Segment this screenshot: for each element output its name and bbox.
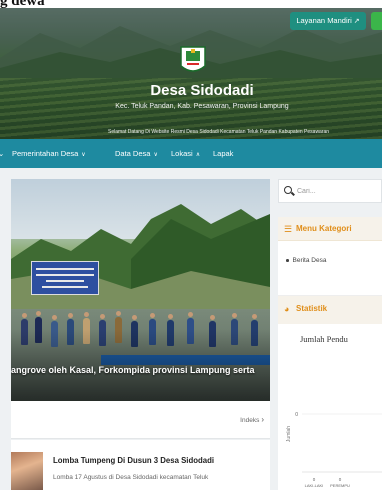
nav-item-lapak[interactable]: Lapak bbox=[213, 139, 233, 168]
nav-item-label: Lapak bbox=[213, 149, 234, 158]
welcome-text: Selamat Datang Di Website Resmi Desa Sid… bbox=[108, 129, 330, 135]
chevron-right-icon: › bbox=[261, 415, 264, 424]
chart-ylabel: Jumlah bbox=[286, 426, 292, 442]
top-fragment: g dewa bbox=[0, 0, 382, 9]
bullet bbox=[286, 259, 289, 262]
nav-item-lokasi[interactable]: Lokasi ∧ bbox=[171, 139, 200, 168]
chart-category-label: LAKI-LAKI bbox=[305, 483, 324, 488]
bars-icon: ☰ bbox=[284, 224, 293, 234]
nav-item-label: Lokasi bbox=[171, 149, 193, 158]
news-title[interactable]: Lomba Tumpeng Di Dusun 3 Desa Sidodadi bbox=[53, 456, 214, 465]
site-title: Desa Sidodadi bbox=[150, 82, 254, 99]
village-logo bbox=[180, 46, 206, 72]
nav-item-data-desa[interactable]: Data Desa ∨ bbox=[115, 139, 158, 168]
search-input[interactable] bbox=[297, 183, 379, 199]
menu-item-label: Berita Desa bbox=[292, 257, 327, 264]
layanan-mandiri-button[interactable]: Layanan Mandiri ↗ bbox=[290, 12, 366, 30]
menu-kategori-header: ☰ Menu Kategori bbox=[278, 217, 382, 241]
statistik-card: ◕ Statistik Jumlah Pendu Jumlah 0 0 LAKI-LAK… bbox=[278, 295, 382, 490]
page: g dewa Layanan Mandiri ↗ Desa Sidodadi Ke… bbox=[0, 0, 382, 490]
statistik-title: Statistik bbox=[296, 304, 328, 313]
slider-caption[interactable]: angrove oleh Kasal, Forkompida provinsi … bbox=[11, 361, 270, 379]
chevron-down-icon: ∨ bbox=[81, 152, 86, 158]
chart-data-label: 0 bbox=[339, 477, 342, 482]
slider-hills bbox=[11, 204, 270, 319]
pie-chart-icon: ◕ bbox=[284, 304, 290, 314]
indeks-link[interactable]: Indeks › bbox=[240, 415, 264, 424]
chart-title: Jumlah Pendu bbox=[300, 334, 349, 344]
nav-item-pemerintahan-desa[interactable]: Pemerintahan Desa ∨ bbox=[12, 139, 86, 168]
news-thumbnail[interactable] bbox=[11, 452, 43, 490]
population-chart: Jumlah PenduJumlah00LAKI-LAKI0PEREMPU bbox=[286, 334, 382, 488]
indeks-bar: Indeks › bbox=[11, 401, 270, 439]
chevron-down-icon: ⌄ bbox=[0, 149, 5, 158]
nav-item-label: Pemerintahan Desa bbox=[12, 149, 79, 158]
menu-kategori-title: Menu Kategori bbox=[296, 224, 352, 233]
chart-data-label: 0 bbox=[313, 477, 316, 482]
statistik-header: ◕ Statistik bbox=[278, 296, 382, 324]
external-link-icon: ↗ bbox=[353, 18, 360, 25]
green-header-button[interactable] bbox=[371, 12, 382, 30]
news-item[interactable]: Lomba Tumpeng Di Dusun 3 Desa Sidodadi L… bbox=[11, 440, 270, 490]
nav-item-label: Data Desa bbox=[115, 149, 151, 158]
chart-ytick-label: 0 bbox=[295, 412, 298, 418]
menu-kategori-card: ☰ Menu Kategori Berita Desa bbox=[278, 217, 382, 295]
news-excerpt: Lomba 17 Agustus di Desa Sidodadi kecama… bbox=[53, 474, 209, 481]
event-banner bbox=[31, 261, 99, 295]
chevron-down-icon: ∨ bbox=[153, 152, 158, 158]
indeks-label: Indeks bbox=[240, 417, 260, 424]
layanan-mandiri-label: Layanan Mandiri bbox=[296, 16, 352, 25]
menu-item-berita-desa[interactable]: Berita Desa bbox=[286, 257, 326, 264]
hero-header: Layanan Mandiri ↗ Desa Sidodadi Kec. Telu… bbox=[0, 8, 382, 139]
search-icon bbox=[284, 186, 292, 194]
site-subtitle: Kec. Teluk Pandan, Kab. Pesawaran, Provi… bbox=[115, 103, 289, 110]
search-box bbox=[278, 179, 382, 203]
nav-item-left-caret[interactable]: ⌄ bbox=[0, 139, 4, 168]
chart-category-label: PEREMPU bbox=[330, 483, 350, 488]
chevron-up-icon: ∧ bbox=[195, 152, 201, 158]
main-nav: ⌄ Pemerintahan Desa ∨ Data Desa ∨ Lokasi ∧ … bbox=[0, 139, 382, 168]
